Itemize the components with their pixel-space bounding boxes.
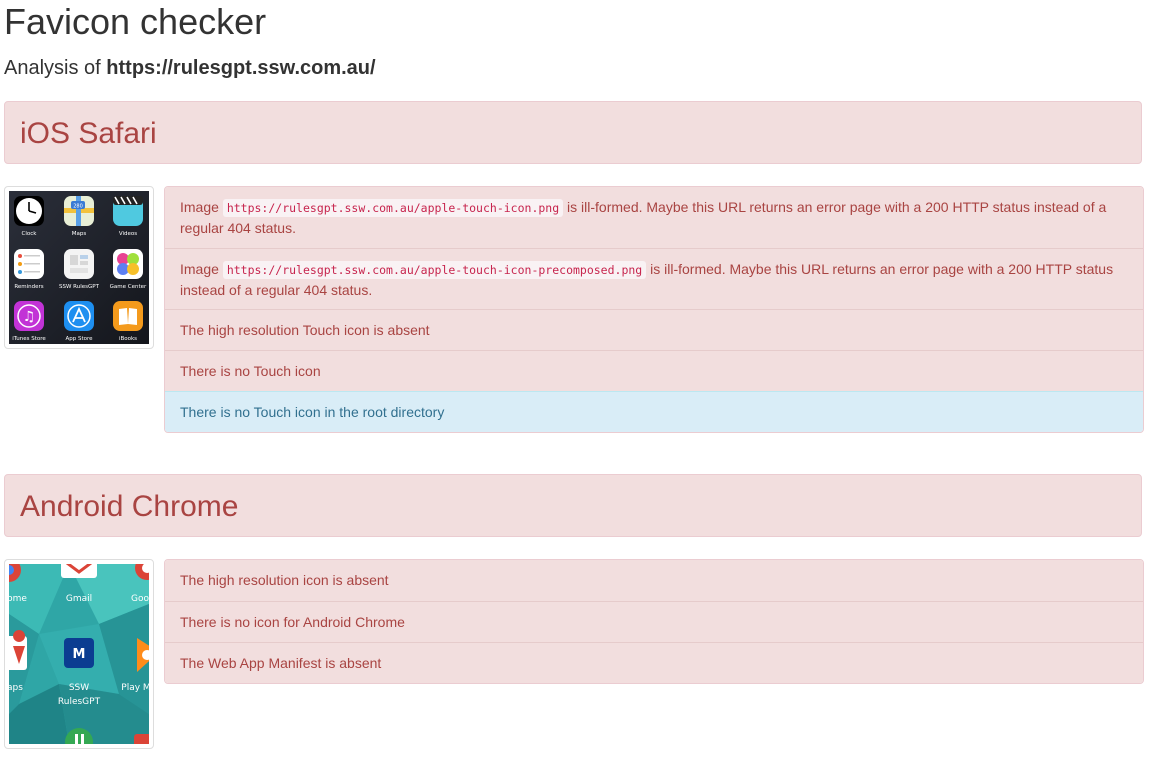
analysis-prefix: Analysis of	[4, 57, 101, 79]
ios-label-clock: Clock	[22, 231, 38, 237]
android-label-play-music: Play M	[121, 683, 149, 693]
ios-message-no-root-icon: There is no Touch icon in the root direc…	[165, 391, 1143, 432]
analysis-subtitle: Analysis of https://rulesgpt.ssw.com.au/	[4, 56, 376, 80]
itunes-store-icon: ♫	[14, 301, 44, 331]
precomposed-icon-url: https://rulesgpt.ssw.com.au/apple-touch-…	[222, 261, 647, 279]
android-message-no-icon: There is no icon for Android Chrome	[165, 601, 1143, 642]
android-message-manifest-absent: The Web App Manifest is absent	[165, 642, 1143, 683]
android-message-high-res-absent: The high resolution icon is absent	[165, 560, 1143, 601]
android-label-google: Goo	[131, 594, 149, 604]
ios-screenshot: 280 ♫ Clock Maps Videos Reminders SSW Ru…	[4, 186, 154, 349]
gmail-icon	[61, 564, 97, 578]
ios-message-high-res-absent: The high resolution Touch icon is absent	[165, 309, 1143, 350]
clock-icon	[14, 196, 44, 226]
touch-icon-url: https://rulesgpt.ssw.com.au/apple-touch-…	[222, 199, 564, 217]
ssw-rulesgpt-icon	[64, 249, 94, 279]
ios-label-app-store: App Store	[65, 336, 93, 342]
android-label-ssw: SSW	[69, 683, 89, 693]
ios-message-ill-formed-touch-icon: Image https://rulesgpt.ssw.com.au/apple-…	[165, 187, 1143, 248]
android-label-chrome: ome	[9, 594, 27, 604]
maps-icon: 280	[64, 196, 94, 226]
android-homescreen-image: M ome Gmail Goo aps SSW RulesGPT Play M	[9, 564, 149, 744]
android-label-rulesgpt: RulesGPT	[58, 697, 101, 707]
ssw-icon-letter: M	[73, 647, 86, 662]
android-label-maps: aps	[9, 683, 23, 693]
ios-label-ssw-rulesgpt: SSW RulesGPT	[59, 284, 100, 290]
android-label-gmail: Gmail	[66, 594, 92, 604]
android-screenshot: M ome Gmail Goo aps SSW RulesGPT Play M	[4, 559, 154, 749]
ssw-rulesgpt-icon: M	[64, 638, 94, 668]
analysis-url: https://rulesgpt.ssw.com.au/	[106, 57, 376, 79]
maps-icon-partial	[9, 630, 27, 670]
ios-message-ill-formed-precomposed-icon: Image https://rulesgpt.ssw.com.au/apple-…	[165, 248, 1143, 309]
android-chrome-header: Android Chrome	[4, 474, 1142, 537]
app-store-icon	[64, 301, 94, 331]
svg-text:♫: ♫	[23, 309, 36, 325]
ios-label-maps: Maps	[72, 231, 87, 237]
page-title: Favicon checker	[4, 1, 267, 42]
reminders-icon	[14, 249, 44, 279]
ios-label-itunes-store: iTunes Store	[12, 336, 46, 342]
ios-label-ibooks: iBooks	[119, 336, 137, 342]
ios-messages-list: Image https://rulesgpt.ssw.com.au/apple-…	[164, 186, 1144, 433]
ibooks-icon	[113, 301, 143, 331]
android-messages-list: The high resolution icon is absent There…	[164, 559, 1144, 684]
ios-safari-header: iOS Safari	[4, 101, 1142, 164]
game-center-icon	[113, 249, 143, 279]
ios-label-videos: Videos	[119, 231, 137, 237]
videos-icon	[113, 196, 143, 226]
android-chrome-title: Android Chrome	[20, 490, 239, 523]
ios-safari-title: iOS Safari	[20, 117, 157, 150]
maps-badge: 280	[73, 204, 83, 210]
ios-label-game-center: Game Center	[110, 284, 147, 290]
bottom-red-icon-partial	[134, 734, 149, 744]
ios-message-no-touch-icon: There is no Touch icon	[165, 350, 1143, 391]
ios-homescreen-image: 280 ♫ Clock Maps Videos Reminders SSW Ru…	[9, 191, 149, 344]
ios-label-reminders: Reminders	[14, 284, 43, 290]
